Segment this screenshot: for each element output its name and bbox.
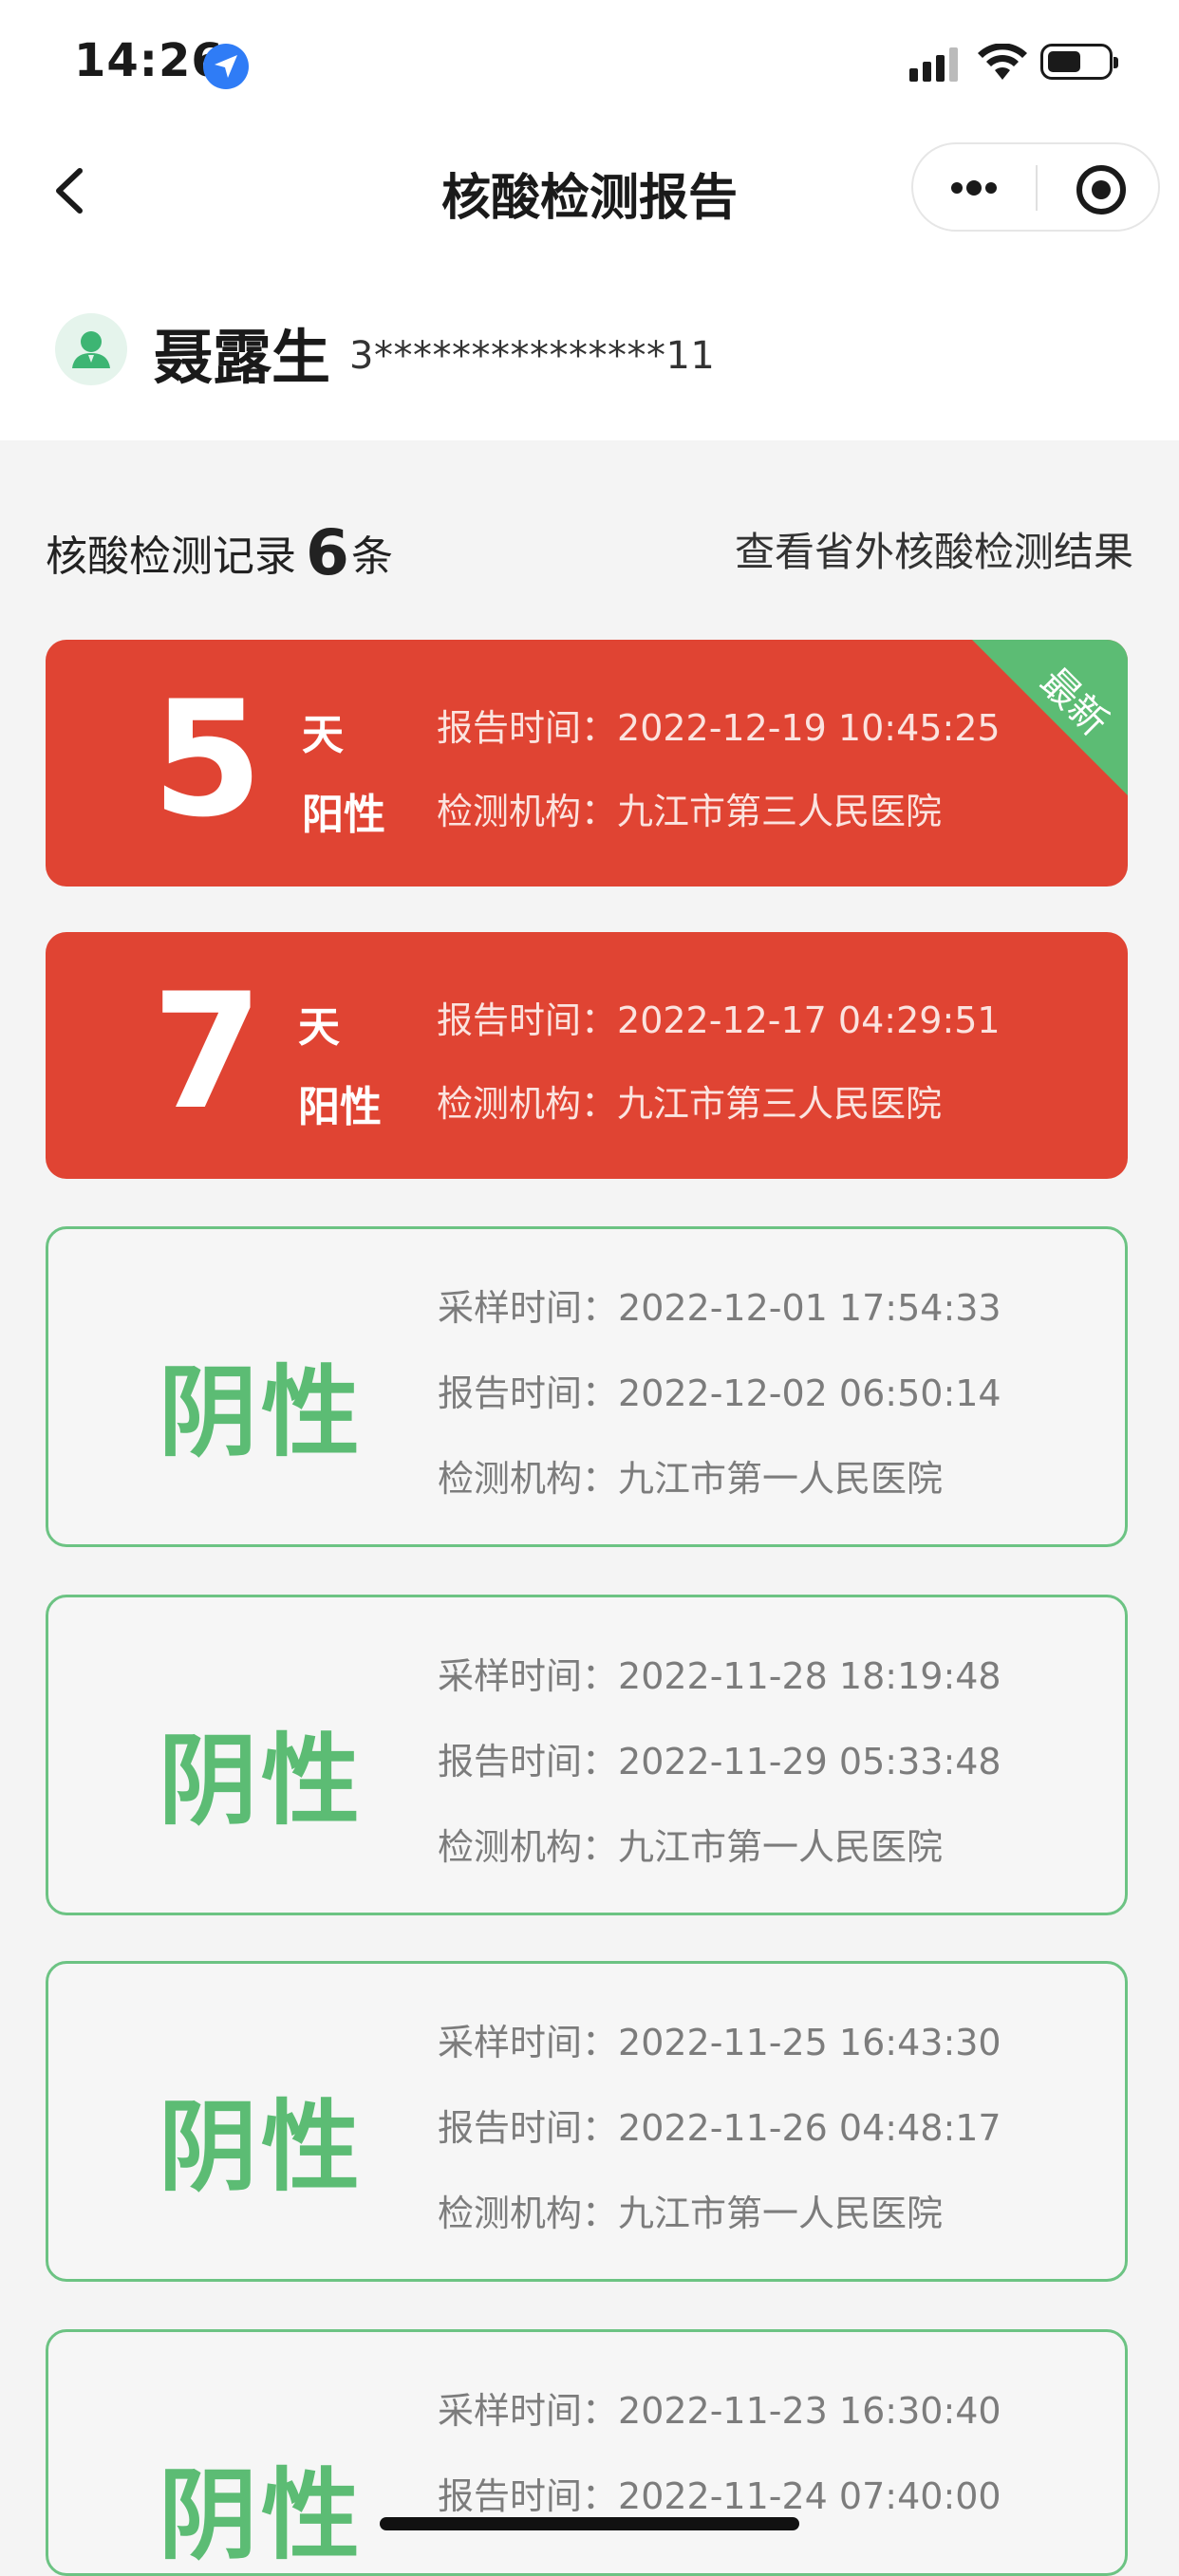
days-number: 7	[152, 959, 263, 1145]
positive-label: 阳性	[302, 791, 385, 839]
battery-icon	[1040, 44, 1118, 80]
status-bar: 14:26	[0, 0, 1179, 129]
mini-program-capsule	[911, 142, 1160, 232]
report-time: 报告时间：2022-12-02 06:50:14	[438, 1372, 1001, 1414]
sample-time: 采样时间：2022-11-28 18:19:48	[438, 1655, 1001, 1697]
negative-label: 阴性	[159, 2089, 365, 2205]
negative-label: 阴性	[159, 1723, 365, 1839]
avatar	[55, 313, 127, 385]
more-button[interactable]	[913, 144, 1035, 230]
days-number: 5	[152, 666, 263, 852]
positive-record-card[interactable]: 7 天 阳性 报告时间：2022-12-17 04:29:51 检测机构：九江市…	[46, 932, 1128, 1179]
sample-time: 采样时间：2022-12-01 17:54:33	[438, 1287, 1001, 1329]
cellular-signal-icon	[909, 47, 958, 82]
record-count-label: 核酸检测记录	[46, 532, 296, 581]
record-count-unit: 条	[350, 532, 393, 581]
more-dots-icon	[951, 182, 963, 194]
report-time: 报告时间：2022-11-26 04:48:17	[438, 2107, 1001, 2149]
report-time: 报告时间：2022-11-29 05:33:48	[438, 1741, 1001, 1783]
institution: 检测机构：九江市第一人民医院	[438, 2193, 944, 2234]
positive-record-card[interactable]: 5 天 阳性 报告时间：2022-12-19 10:45:25 检测机构：九江市…	[46, 640, 1128, 887]
capsule-divider	[1036, 165, 1038, 211]
negative-label: 阴性	[159, 2457, 365, 2573]
person-icon	[72, 331, 110, 368]
days-unit: 天	[298, 1003, 340, 1052]
positive-label: 阳性	[298, 1083, 382, 1131]
newest-badge: 最新	[957, 640, 1128, 811]
negative-record-card[interactable]: 阴性 采样时间：2022-11-25 16:43:30 报告时间：2022-11…	[46, 1961, 1128, 2282]
home-indicator[interactable]	[380, 2517, 799, 2530]
nav-bar: 核酸检测报告	[0, 129, 1179, 247]
close-button[interactable]	[1039, 144, 1158, 230]
negative-record-card[interactable]: 阴性 采样时间：2022-11-23 16:30:40 报告时间：2022-11…	[46, 2329, 1128, 2576]
status-time: 14:26	[74, 34, 224, 87]
user-info: 聂露生 3***************11	[0, 247, 1179, 440]
institution: 检测机构：九江市第三人民医院	[437, 1083, 943, 1125]
outside-province-results-link[interactable]: 查看省外核酸检测结果	[735, 520, 1133, 578]
negative-record-card[interactable]: 阴性 采样时间：2022-12-01 17:54:33 报告时间：2022-12…	[46, 1226, 1128, 1547]
days-unit: 天	[302, 711, 344, 759]
institution: 检测机构：九江市第一人民医院	[438, 1826, 944, 1868]
institution: 检测机构：九江市第三人民医院	[437, 791, 943, 832]
record-count: 核酸检测记录 6条	[46, 516, 393, 589]
negative-record-card[interactable]: 阴性 采样时间：2022-11-28 18:19:48 报告时间：2022-11…	[46, 1595, 1128, 1915]
sample-time: 采样时间：2022-11-23 16:30:40	[438, 2390, 1001, 2432]
report-time: 报告时间：2022-11-24 07:40:00	[438, 2475, 1001, 2517]
user-id-masked: 3***************11	[349, 334, 716, 378]
negative-label: 阴性	[159, 1354, 365, 1470]
user-name: 聂露生	[154, 323, 331, 392]
sample-time: 采样时间：2022-11-25 16:43:30	[438, 2022, 1001, 2063]
report-time: 报告时间：2022-12-17 04:29:51	[437, 999, 1001, 1041]
location-arrow-icon	[203, 44, 249, 89]
institution: 检测机构：九江市第一人民医院	[438, 1458, 944, 1500]
wifi-icon	[978, 44, 1027, 80]
report-time: 报告时间：2022-12-19 10:45:25	[437, 707, 1001, 749]
record-count-number: 6	[306, 516, 349, 589]
